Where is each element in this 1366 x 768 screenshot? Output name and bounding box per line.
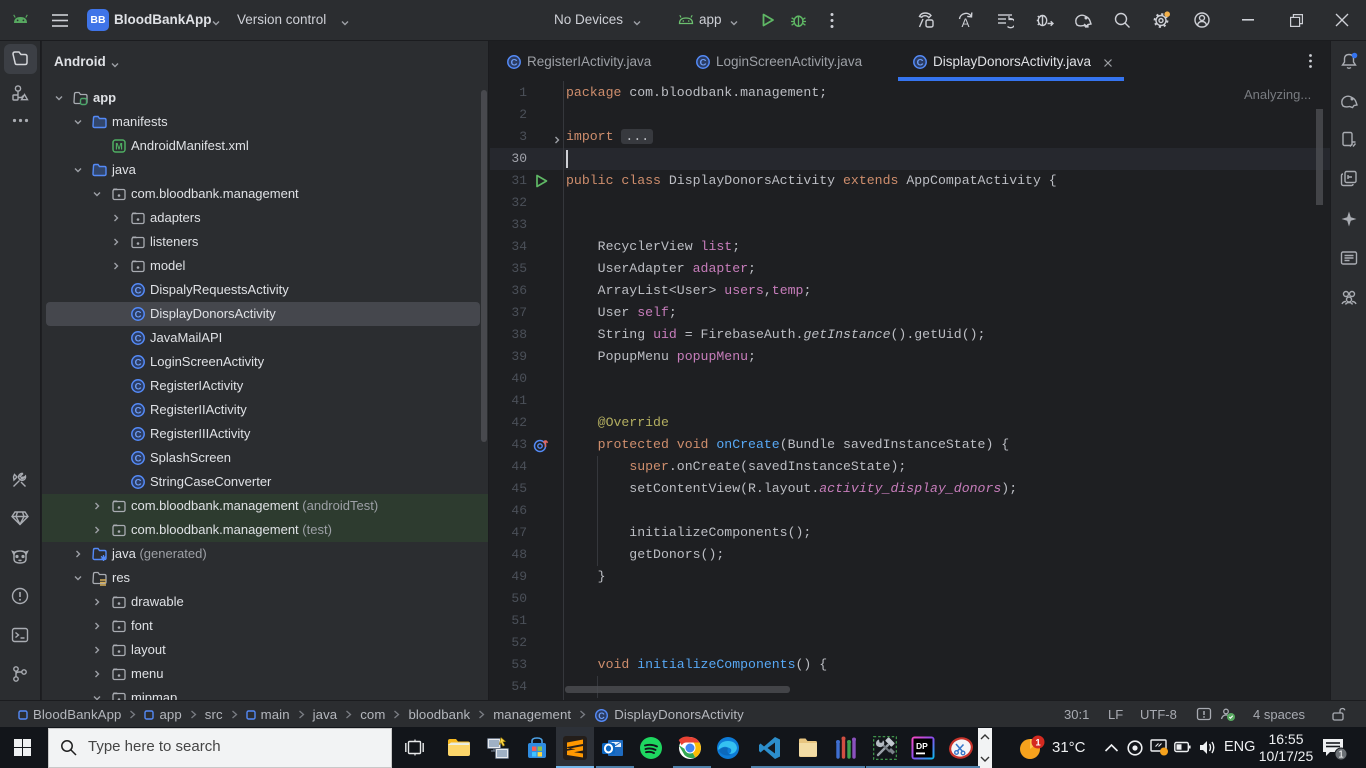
svg-text:A: A xyxy=(961,16,969,29)
svg-text:1: 1 xyxy=(1035,738,1041,749)
svg-text:C: C xyxy=(598,711,605,721)
svg-text:C: C xyxy=(135,429,142,440)
svg-text:C: C xyxy=(135,453,142,464)
svg-text:C: C xyxy=(135,381,142,392)
svg-text:C: C xyxy=(135,405,142,416)
svg-text:C: C xyxy=(917,57,924,68)
svg-text:C: C xyxy=(135,477,142,488)
svg-text:DP: DP xyxy=(916,741,928,751)
svg-text:C: C xyxy=(135,285,142,296)
svg-text:C: C xyxy=(511,57,518,68)
svg-text:M: M xyxy=(115,142,123,152)
svg-text:1: 1 xyxy=(1338,750,1344,761)
svg-text:C: C xyxy=(700,57,707,68)
svg-text:C: C xyxy=(135,309,142,320)
svg-text:C: C xyxy=(135,333,142,344)
svg-text:C: C xyxy=(135,357,142,368)
